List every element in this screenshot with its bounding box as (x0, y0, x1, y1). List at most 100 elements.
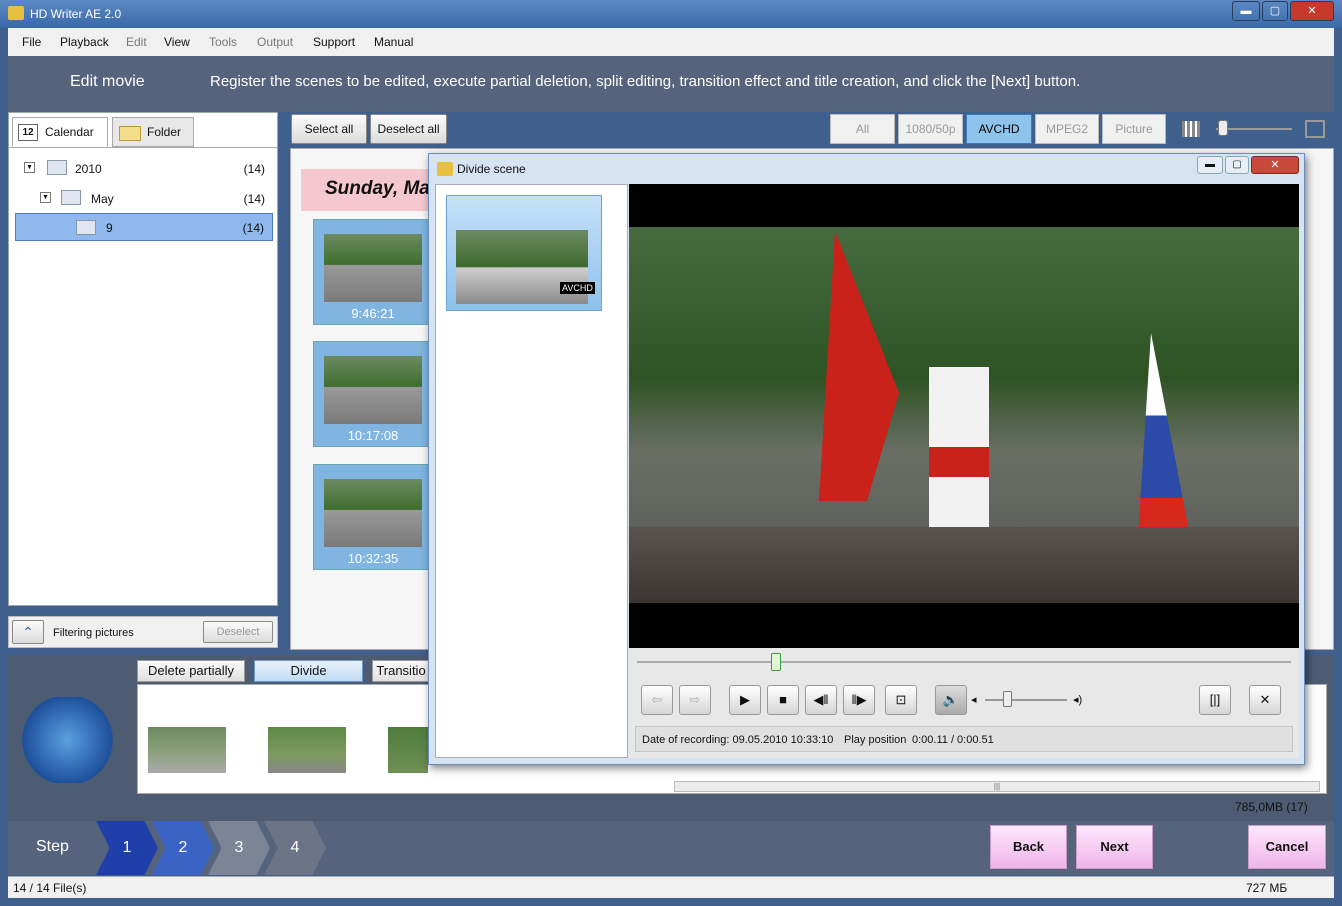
split-icon: [|] (1209, 692, 1221, 707)
collapse-up-button[interactable]: ⌃ (12, 620, 44, 644)
close-button[interactable]: ✕ (1290, 1, 1334, 21)
filter-avchd-button[interactable]: AVCHD (966, 114, 1032, 144)
selected-scene[interactable]: AVCHD (446, 195, 602, 311)
filter-1080-50p-button[interactable]: 1080/50p (898, 114, 963, 144)
tab-divider (9, 147, 277, 148)
filter-picture-button[interactable]: Picture (1102, 114, 1166, 144)
tab-calendar-label: Calendar (45, 125, 94, 139)
scene-thumbnail[interactable]: 10:32:35 (313, 464, 431, 570)
tab-calendar[interactable]: 12 Calendar (12, 117, 108, 147)
menu-edit[interactable]: Edit (126, 35, 147, 49)
seek-bar[interactable] (637, 661, 1291, 663)
step-1: 1 (96, 821, 158, 875)
menu-manual[interactable]: Manual (374, 35, 413, 49)
frame-back-icon: ◀‖ (813, 692, 829, 707)
snapshot-button[interactable]: ⊡ (885, 685, 917, 715)
scene-thumbnail[interactable]: 9:46:21 (313, 219, 431, 325)
tree-count: (14) (242, 221, 264, 235)
menu-view[interactable]: View (164, 35, 190, 49)
scene-thumbnail[interactable]: 10:17:08 (313, 341, 431, 447)
strip-thumbnail[interactable] (148, 727, 226, 773)
window-title: HD Writer AE 2.0 (30, 7, 122, 21)
strip-thumbnail[interactable] (388, 727, 428, 773)
strip-scrollbar[interactable]: ||| (674, 781, 1320, 792)
filter-deselect-button[interactable]: Deselect (203, 621, 273, 643)
large-grid-icon[interactable] (1305, 120, 1325, 138)
menu-support[interactable]: Support (313, 35, 355, 49)
mute-button[interactable]: 🔈 (935, 685, 967, 715)
menu-bar: File Playback Edit View Tools Output Sup… (8, 28, 1334, 56)
dialog-close-button[interactable]: ✕ (1251, 156, 1299, 174)
transition-button[interactable]: Transitio (372, 660, 430, 682)
play-button[interactable]: ▶ (729, 685, 761, 715)
divide-scene-dialog: Divide scene ▬ ▢ ✕ AVCHD ⇦ ⇨ ▶ ■ ◀‖ ‖▶ ⊡… (428, 153, 1305, 765)
tab-folder-label: Folder (147, 125, 182, 139)
previous-scene-button[interactable]: ⇦ (641, 685, 673, 715)
collapse-icon[interactable]: ▼ (24, 162, 35, 173)
collapse-icon[interactable]: ▼ (40, 192, 51, 203)
stop-button[interactable]: ■ (767, 685, 799, 715)
calendar-icon: 12 (18, 124, 38, 141)
arrow-right-icon: ⇨ (689, 692, 701, 707)
filter-label: Filtering pictures (53, 627, 134, 639)
minimize-button[interactable]: ▬ (1232, 1, 1260, 21)
maximize-button[interactable]: ▢ (1262, 1, 1288, 21)
calendar-panel: 12 Calendar Folder ▼ 2010 (14) ▼ May (14… (8, 112, 278, 606)
frame-back-button[interactable]: ◀‖ (805, 685, 837, 715)
scene-preview-image: AVCHD (456, 230, 595, 304)
dialog-minimize-button[interactable]: ▬ (1197, 156, 1223, 174)
select-all-button[interactable]: Select all (291, 114, 367, 144)
dialog-maximize-button[interactable]: ▢ (1225, 156, 1249, 174)
scene-list: AVCHD (435, 184, 628, 758)
file-count: 14 / 14 File(s) (13, 881, 87, 895)
seek-thumb[interactable] (771, 653, 781, 671)
frame-forward-button[interactable]: ‖▶ (843, 685, 875, 715)
delete-partially-button[interactable]: Delete partially (137, 660, 245, 682)
play-position-value: 0:00.11 / 0:00.51 (912, 734, 994, 746)
filter-mpeg2-button[interactable]: MPEG2 (1035, 114, 1099, 144)
divide-point-button[interactable]: [|] (1199, 685, 1231, 715)
tree-item-2010[interactable]: ▼ 2010 (14) (9, 154, 273, 182)
divide-button[interactable]: Divide (254, 660, 363, 682)
back-button[interactable]: Back (990, 825, 1067, 869)
menu-file[interactable]: File (22, 35, 41, 49)
date-banner-text: Sunday, Ma (325, 178, 430, 199)
step-3: 3 (208, 821, 270, 875)
double-chevron-up-icon: ⌃ (22, 624, 34, 640)
menu-tools[interactable]: Tools (209, 35, 237, 49)
cancel-button[interactable]: Cancel (1248, 825, 1326, 869)
tab-folder[interactable]: Folder (112, 117, 194, 147)
next-button[interactable]: Next (1076, 825, 1153, 869)
delete-divide-button[interactable]: ✕ (1249, 685, 1281, 715)
close-icon: ✕ (1259, 692, 1271, 707)
video-player[interactable] (629, 184, 1299, 648)
stop-icon: ■ (779, 692, 787, 707)
filter-all-button[interactable]: All (830, 114, 895, 144)
title-bar: HD Writer AE 2.0 ▬ ▢ ✕ (0, 0, 1342, 28)
tree-item-may[interactable]: ▼ May (14) (9, 184, 273, 212)
volume-slider[interactable] (985, 699, 1067, 701)
frame-forward-icon: ‖▶ (851, 692, 867, 707)
tree-count: (14) (243, 192, 265, 206)
calendar-day-icon (76, 220, 96, 235)
scene-thumbnail-image (324, 234, 422, 302)
zoom-slider-thumb[interactable] (1218, 120, 1228, 136)
play-icon: ▶ (740, 692, 750, 707)
section-title: Edit movie (70, 73, 145, 90)
scene-time: 10:17:08 (347, 428, 399, 443)
arrow-left-icon: ⇦ (651, 692, 663, 707)
volume-thumb[interactable] (1003, 691, 1012, 707)
step-label: Step (36, 838, 69, 855)
tree-item-9[interactable]: 9 (14) (15, 213, 273, 241)
strip-thumbnail[interactable] (268, 727, 346, 773)
menu-playback[interactable]: Playback (60, 35, 109, 49)
tree-label: 9 (106, 221, 113, 235)
menu-output[interactable]: Output (257, 35, 293, 49)
status-bar: 14 / 14 File(s) 727 МБ (8, 876, 1334, 898)
scene-thumbnail-image (324, 356, 422, 424)
small-grid-icon[interactable] (1182, 121, 1200, 137)
next-scene-button[interactable]: ⇨ (679, 685, 711, 715)
tree-label: 2010 (75, 162, 102, 176)
dialog-title: Divide scene (457, 162, 526, 176)
deselect-all-button[interactable]: Deselect all (370, 114, 447, 144)
